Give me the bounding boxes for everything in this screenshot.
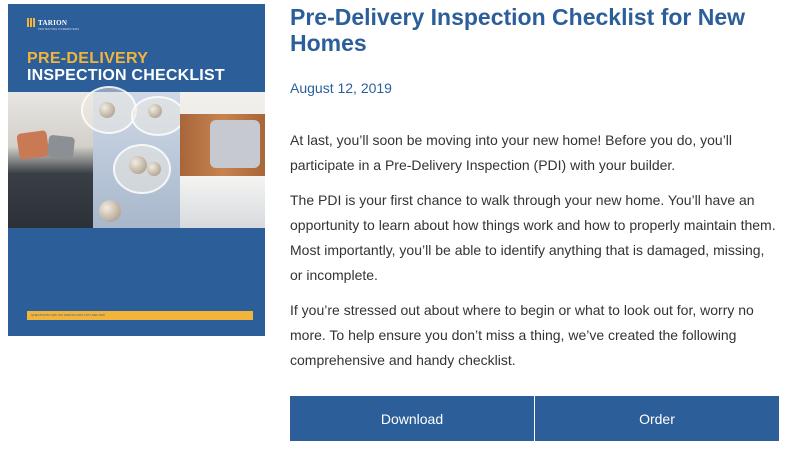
cover-title-line2: INSPECTION CHECKLIST — [27, 67, 225, 84]
article-paragraph: At last, you’ll soon be moving into your… — [290, 132, 733, 173]
logo-subtext: PROTECTING HOMEBUYERS — [38, 28, 80, 31]
tarion-logo: TARION — [27, 18, 67, 27]
cover-footer-bar: QUESTIONS? ASK US! TARION.COM 1-877-982-… — [27, 311, 253, 320]
cover-title-line1: PRE-DELIVERY — [27, 50, 149, 67]
checklist-cover-image: TARION PROTECTING HOMEBUYERS PRE-DELIVER… — [8, 4, 265, 336]
article-paragraph: If you’re stressed out about where to be… — [290, 302, 754, 368]
article-paragraph: The PDI is your first chance to walk thr… — [290, 192, 776, 283]
logo-bars-icon — [27, 18, 35, 27]
bedroom-photo — [180, 92, 265, 228]
order-button[interactable]: Order — [535, 396, 779, 441]
logo-text: TARION — [38, 18, 68, 27]
download-button[interactable]: Download — [290, 396, 534, 441]
action-buttons: Download Order — [290, 396, 779, 441]
cover-photo-collage — [8, 86, 265, 228]
article-title: Pre-Delivery Inspection Checklist for Ne… — [290, 4, 746, 56]
article-body: At last, you’ll soon be moving into your… — [290, 128, 780, 383]
decor-bowls-photo — [81, 86, 185, 228]
article-date: August 12, 2019 — [290, 80, 392, 96]
